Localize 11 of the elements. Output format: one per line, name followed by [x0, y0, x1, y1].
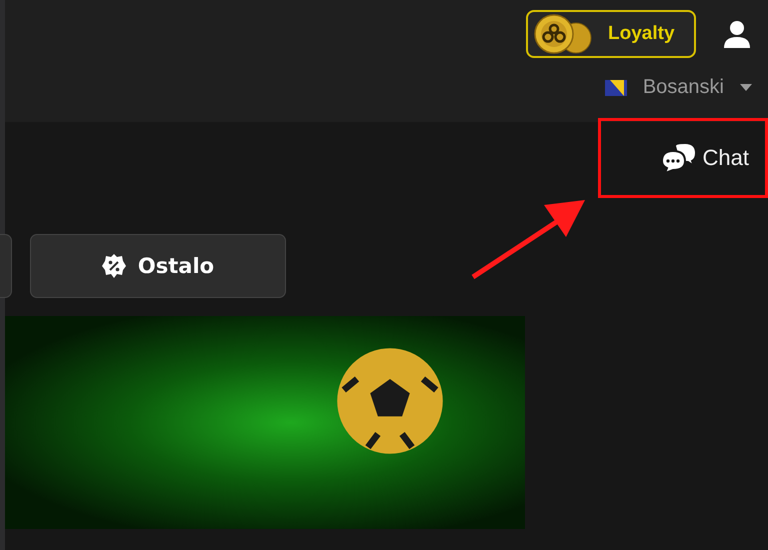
language-selector[interactable]: Bosanski	[604, 76, 752, 99]
chat-button[interactable]: Chat	[660, 142, 749, 174]
category-tab[interactable]: Ostalo	[30, 234, 286, 298]
user-icon[interactable]	[722, 19, 752, 49]
chat-bubbles-icon	[660, 142, 697, 174]
percent-badge-icon	[102, 254, 126, 278]
coins-icon	[532, 14, 594, 54]
caret-icon	[740, 84, 752, 92]
loyalty-button[interactable]: Loyalty	[526, 10, 696, 58]
flag-icon	[604, 80, 627, 96]
promo-banner-image[interactable]	[5, 316, 525, 529]
